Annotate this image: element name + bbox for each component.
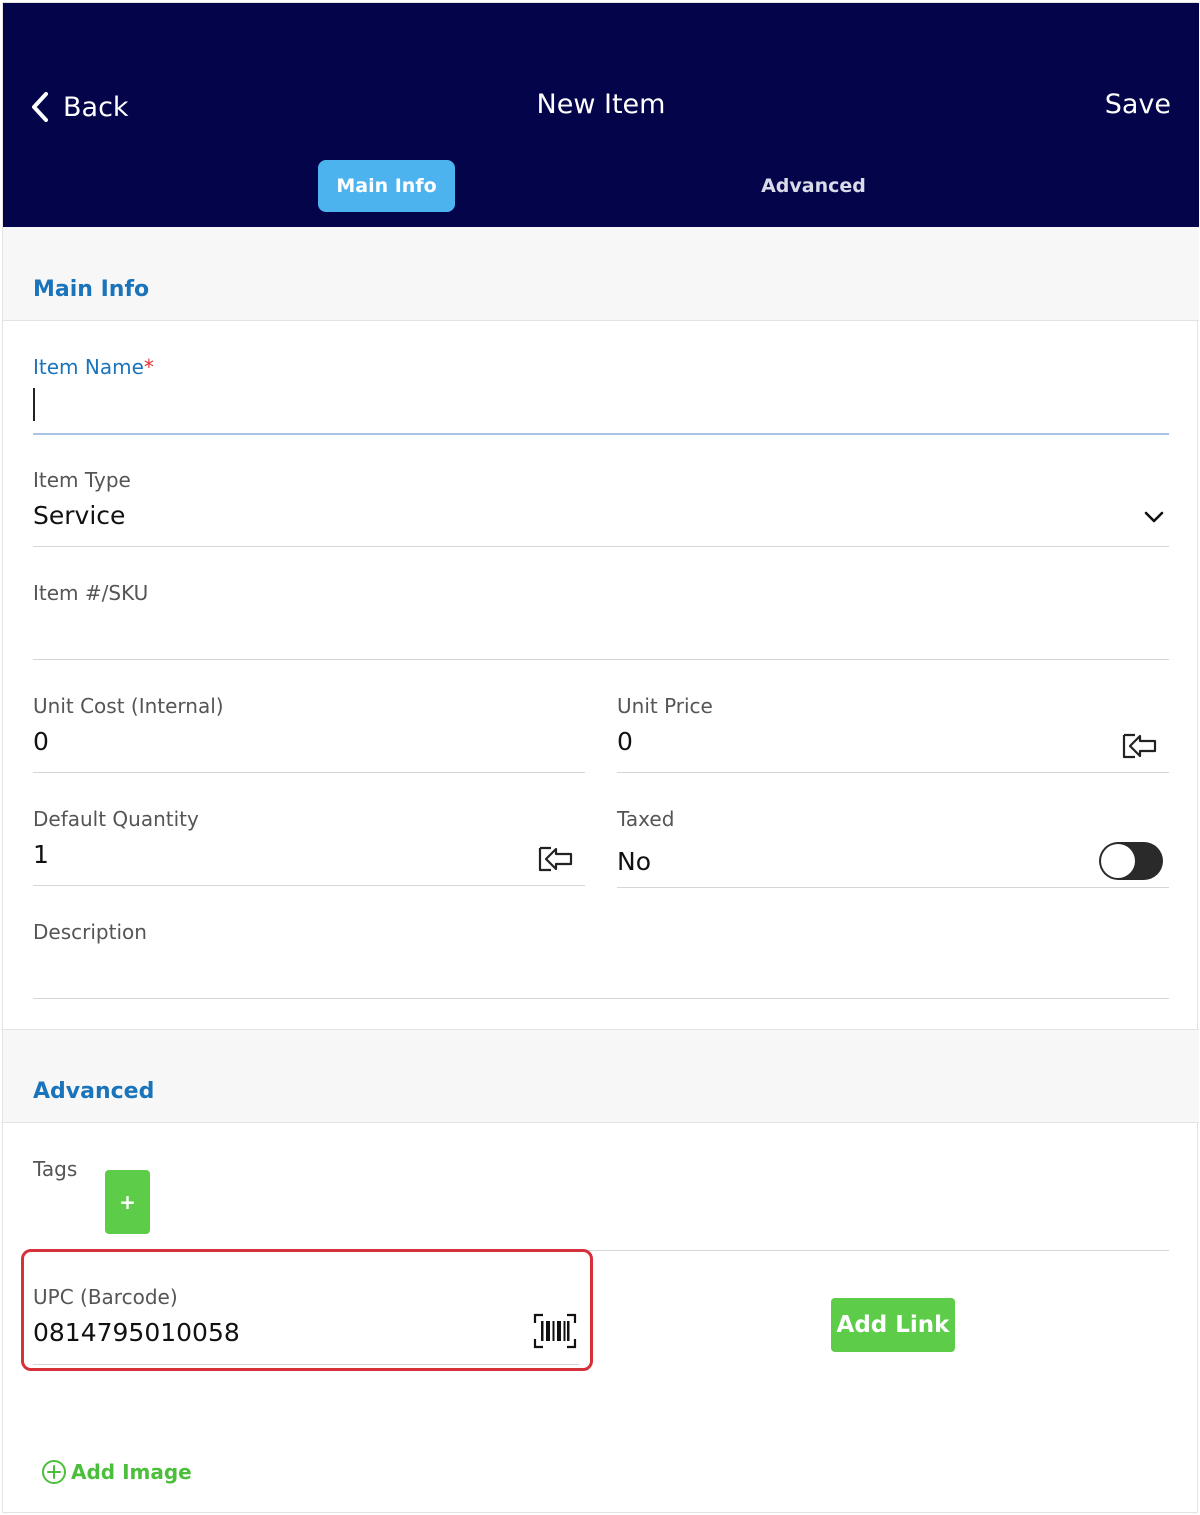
default-quantity-value: 1 [33,840,49,869]
description-label: Description [33,920,147,944]
add-image-button[interactable]: Add Image [41,1459,192,1485]
add-tag-button[interactable]: + [105,1170,150,1234]
unit-price-label: Unit Price [617,694,713,718]
unit-cost-field[interactable]: Unit Cost (Internal) 0 [33,681,585,773]
required-mark: * [143,355,154,379]
app-frame: Back New Item Save Main Info Advanced Ma… [2,2,1199,1513]
advanced-section-title: Advanced [33,1079,155,1104]
save-button[interactable]: Save [1105,89,1171,120]
upc-field[interactable]: UPC (Barcode) 0814795010058 [33,1273,579,1365]
unit-price-field[interactable]: Unit Price 0 [617,681,1169,773]
barcode-scan-icon[interactable] [533,1313,577,1349]
tags-label: Tags [33,1157,78,1181]
description-field[interactable]: Description [33,907,1169,999]
apply-arrow-icon[interactable] [537,844,575,874]
unit-cost-label: Unit Cost (Internal) [33,694,224,718]
tab-advanced[interactable]: Advanced [745,160,882,212]
text-cursor [33,388,35,421]
default-quantity-field[interactable]: Default Quantity 1 [33,794,585,886]
toggle-knob [1101,844,1135,878]
taxed-field: Taxed No [617,794,1169,888]
upc-label: UPC (Barcode) [33,1285,178,1309]
taxed-label: Taxed [617,807,675,831]
tab-main-info[interactable]: Main Info [318,160,455,212]
item-type-label: Item Type [33,468,131,492]
default-quantity-label: Default Quantity [33,807,199,831]
item-name-label: Item Name* [33,355,154,379]
item-type-value: Service [33,501,126,530]
item-name-field[interactable]: Item Name* [33,343,1169,435]
taxed-toggle[interactable] [1099,842,1163,880]
taxed-value: No [617,847,651,876]
header-bar: Back New Item Save Main Info Advanced [3,3,1199,227]
unit-cost-value: 0 [33,727,49,756]
tags-field: Tags + [33,1144,1169,1251]
unit-price-value: 0 [617,727,633,756]
add-link-button[interactable]: Add Link [831,1298,955,1352]
apply-arrow-icon[interactable] [1121,731,1159,761]
chevron-down-icon[interactable] [1143,507,1165,527]
main-info-section-title: Main Info [33,277,150,302]
upc-value: 0814795010058 [33,1318,240,1347]
main-info-section-header: Main Info [3,227,1199,321]
item-type-select[interactable]: Item Type Service [33,455,1169,547]
add-image-label: Add Image [71,1460,192,1484]
sku-field[interactable]: Item #/SKU [33,568,1169,660]
plus-circle-icon [42,1460,66,1484]
advanced-section-header: Advanced [3,1029,1199,1123]
page-title: New Item [536,89,666,120]
sku-label: Item #/SKU [33,581,149,605]
